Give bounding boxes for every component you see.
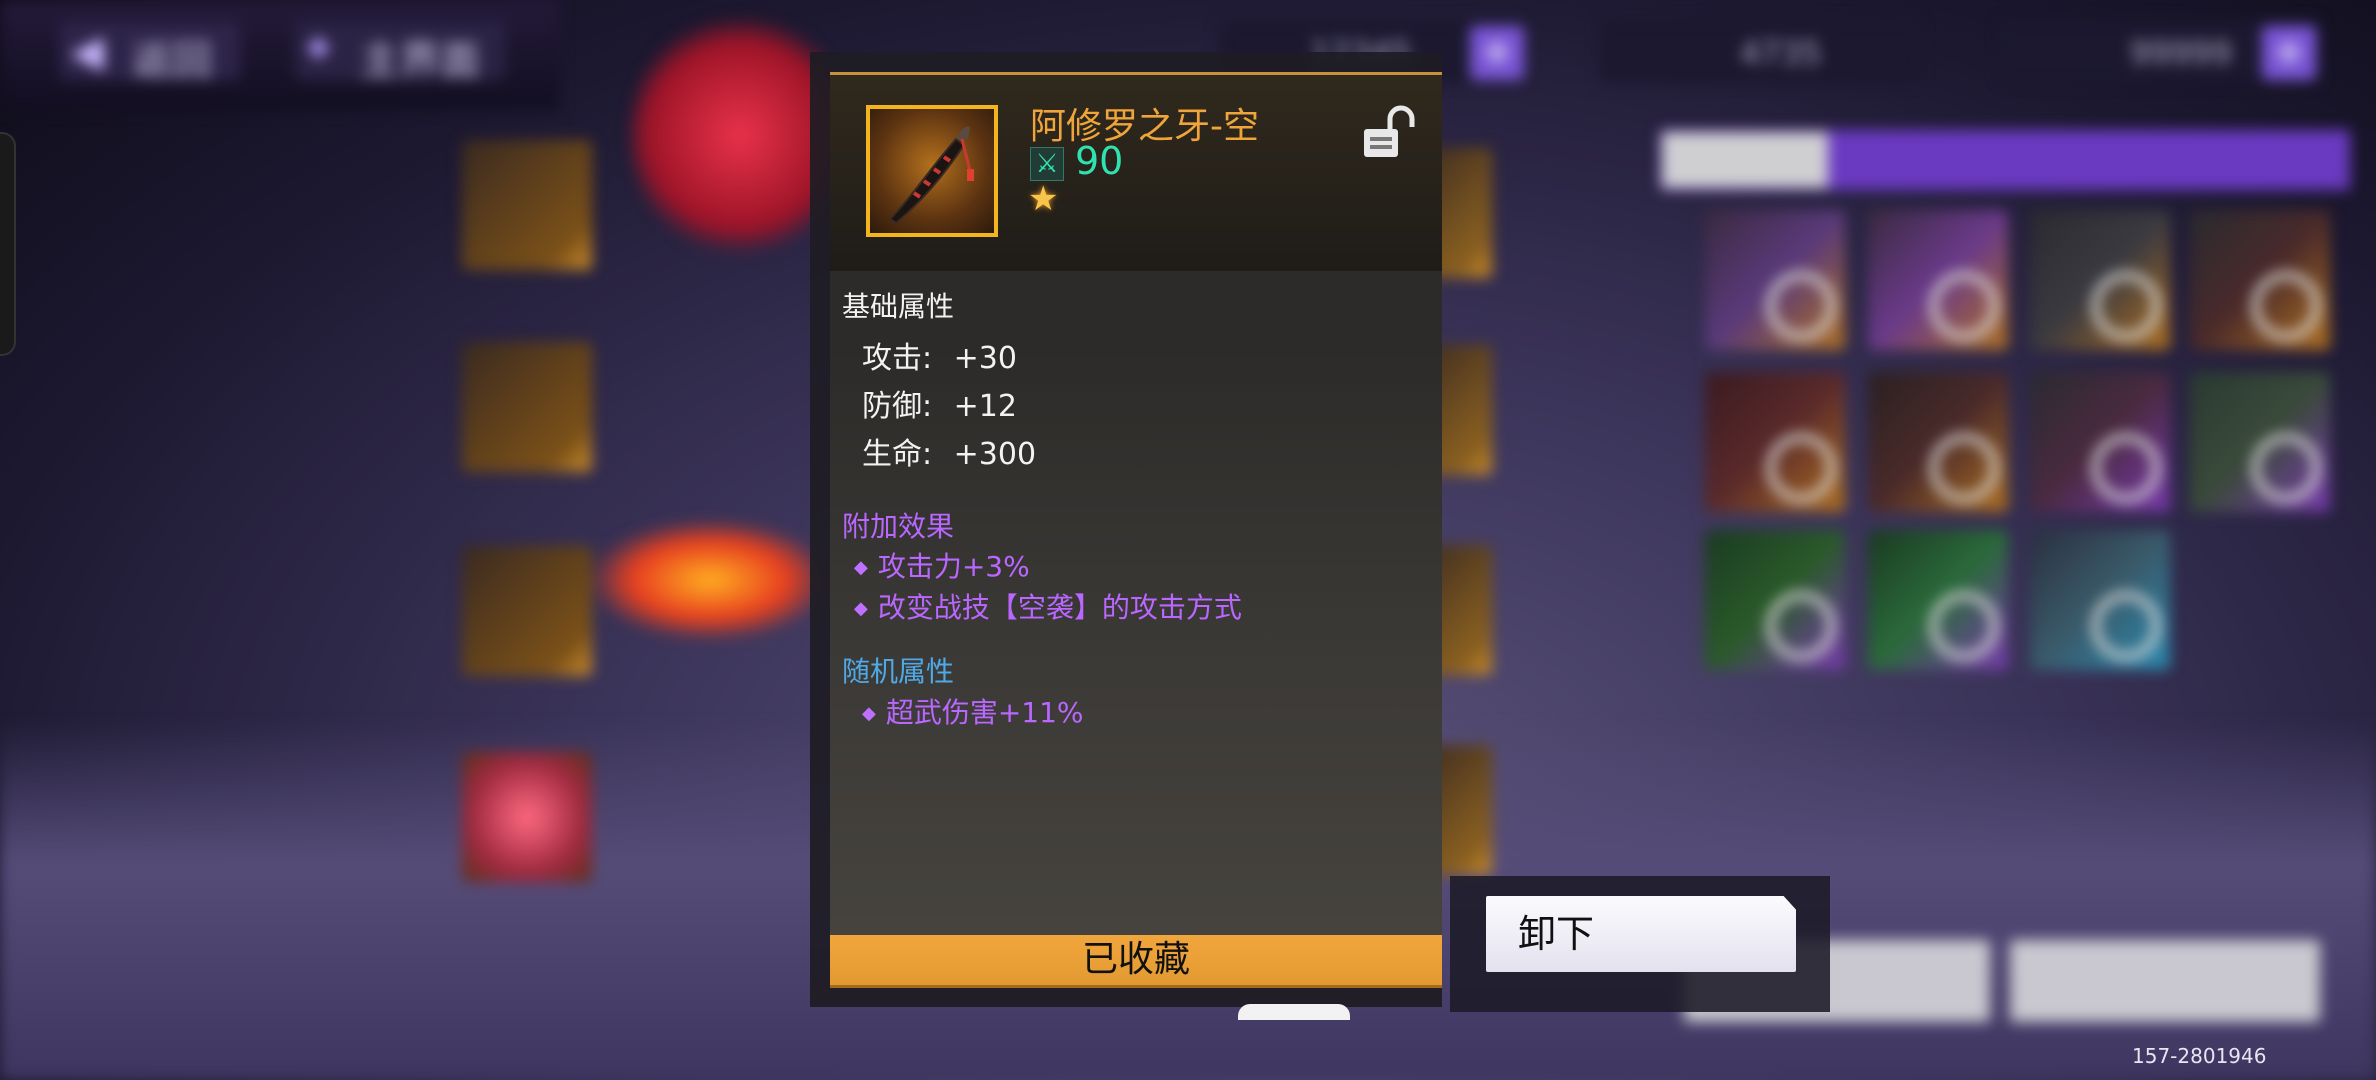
extra-effect-item: ◆ 改变战技【空袭】的攻击方式 bbox=[854, 586, 1242, 626]
tab-all[interactable] bbox=[1662, 132, 1828, 188]
diamond-bullet-icon: ◆ bbox=[862, 703, 876, 724]
unequip-button[interactable]: 卸下 bbox=[1486, 896, 1796, 972]
unavailable-icon bbox=[2252, 434, 2320, 502]
attr-row-attack: 攻击: +30 bbox=[862, 333, 1017, 377]
item-detail-panel: 阿修罗之牙-空 ⚔ 90 ★ 基础属性 攻击: +30 防御: +12 生命: … bbox=[830, 72, 1442, 988]
currency-gem-value: 4735 bbox=[1740, 34, 1822, 72]
unavailable-icon bbox=[2092, 434, 2160, 502]
weapon-flame bbox=[590, 520, 830, 640]
unavailable-icon bbox=[1767, 592, 1835, 660]
currency-ticket-value: 99999 bbox=[2130, 34, 2232, 72]
side-drawer-handle[interactable] bbox=[0, 132, 16, 356]
attr-row-hp: 生命: +300 bbox=[862, 429, 1036, 473]
equip-slot-accessory[interactable] bbox=[462, 752, 592, 882]
home-label: 主界面 bbox=[360, 38, 480, 84]
equip-slot-armor[interactable] bbox=[462, 546, 592, 676]
unavailable-icon bbox=[2252, 272, 2320, 340]
crossed-swords-icon: ⚔ bbox=[1030, 147, 1064, 181]
attr-label: 防御: bbox=[862, 389, 933, 424]
item-name: 阿修罗之牙-空 bbox=[1030, 106, 1259, 147]
unavailable-icon bbox=[2092, 272, 2160, 340]
inventory-item[interactable] bbox=[2030, 210, 2170, 350]
extra-effect-title: 附加效果 bbox=[842, 510, 955, 543]
attr-label: 攻击: bbox=[862, 341, 933, 376]
attr-row-defense: 防御: +12 bbox=[862, 381, 1017, 425]
base-attr-title: 基础属性 bbox=[842, 290, 955, 323]
inventory-item[interactable] bbox=[2030, 372, 2170, 512]
attr-value: +300 bbox=[953, 437, 1037, 472]
random-attr-title: 随机属性 bbox=[842, 655, 955, 688]
inventory-item[interactable] bbox=[2190, 372, 2330, 512]
inventory-item[interactable] bbox=[2030, 530, 2170, 670]
item-image bbox=[866, 105, 998, 237]
random-attr-item: ◆ 超武伤害+11% bbox=[862, 691, 1084, 731]
inventory-item[interactable] bbox=[1705, 210, 1845, 350]
unavailable-icon bbox=[1767, 434, 1835, 502]
bulk-unequip-button[interactable] bbox=[2010, 940, 2320, 1022]
collected-button[interactable]: 已收藏 bbox=[830, 935, 1442, 988]
attr-label: 生命: bbox=[862, 437, 933, 472]
attr-value: +30 bbox=[953, 341, 1017, 376]
star-icon: ★ bbox=[1028, 179, 1059, 219]
equip-slot-helmet[interactable] bbox=[462, 342, 592, 472]
extra-effect-item: ◆ 攻击力+3% bbox=[854, 545, 1030, 585]
extra-effect-text: 攻击力+3% bbox=[877, 550, 1030, 583]
inventory-item[interactable] bbox=[1868, 530, 2008, 670]
unavailable-icon bbox=[1930, 592, 1998, 660]
currency-gem: 4735 + bbox=[1600, 20, 2299, 82]
home-icon: ✦ bbox=[300, 24, 337, 75]
blade-icon bbox=[888, 126, 974, 225]
inventory-item[interactable] bbox=[1705, 372, 1845, 512]
panel-handle[interactable] bbox=[1238, 1004, 1350, 1020]
add-gold-button[interactable]: + bbox=[1470, 26, 1524, 80]
attr-value: +12 bbox=[953, 389, 1017, 424]
unavailable-icon bbox=[1930, 434, 1998, 502]
add-ticket-button[interactable]: + bbox=[2262, 26, 2316, 80]
extra-effect-text: 改变战技【空袭】的攻击方式 bbox=[877, 591, 1242, 624]
uid-label: 157-2801946 bbox=[2132, 1044, 2267, 1068]
currency-ticket: 99999 + bbox=[2000, 20, 2320, 82]
back-arrow-icon: ◀ bbox=[70, 26, 104, 77]
item-power: 90 bbox=[1075, 139, 1124, 183]
inventory-item[interactable] bbox=[2190, 210, 2330, 350]
unlock-icon[interactable] bbox=[1360, 103, 1420, 163]
inventory-item[interactable] bbox=[1868, 372, 2008, 512]
diamond-bullet-icon: ◆ bbox=[854, 557, 868, 578]
inventory-item[interactable] bbox=[1705, 530, 1845, 670]
unavailable-icon bbox=[1930, 272, 1998, 340]
inventory-item[interactable] bbox=[1868, 210, 2008, 350]
back-label: 返回 bbox=[132, 38, 212, 84]
item-header: 阿修罗之牙-空 ⚔ 90 ★ bbox=[830, 75, 1442, 271]
equip-slot-weapon[interactable] bbox=[462, 140, 592, 270]
diamond-bullet-icon: ◆ bbox=[854, 598, 868, 619]
unavailable-icon bbox=[1767, 272, 1835, 340]
unavailable-icon bbox=[2092, 592, 2160, 660]
random-attr-text: 超武伤害+11% bbox=[885, 696, 1084, 729]
